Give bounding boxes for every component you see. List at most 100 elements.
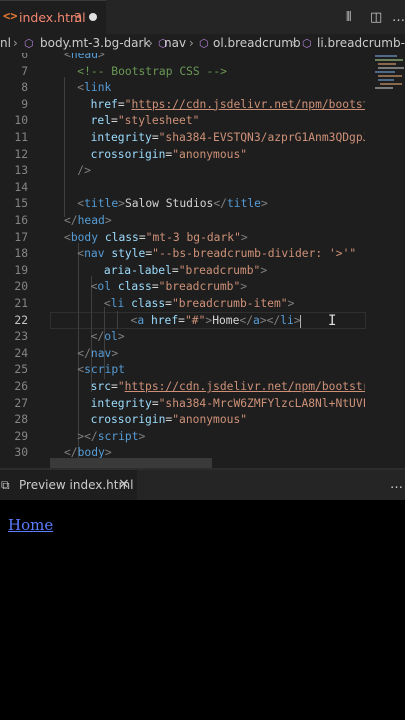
close-icon[interactable]: × <box>118 476 130 492</box>
code-token: class <box>117 280 152 294</box>
code-token: > <box>240 280 248 294</box>
code-token: = <box>151 396 159 410</box>
line-number: 20 <box>14 280 28 294</box>
code-token: crossorigin <box>90 147 166 161</box>
preview-tab-title: Preview index.html <box>19 478 134 492</box>
tab-index-html[interactable]: <> index.html 3 <box>0 0 106 34</box>
breadcrumb-item-body[interactable]: body.mt-3.bg-dark <box>40 36 150 50</box>
line-number: 16 <box>14 214 28 227</box>
code-token: "breadcrumb-item" <box>171 297 288 310</box>
code-text: /> <box>77 163 365 180</box>
code-token: head <box>70 53 99 61</box>
code-token: "#" <box>184 313 206 327</box>
code-token: /> <box>77 164 91 178</box>
code-token: a <box>253 313 260 327</box>
code-line: 13 /> <box>0 163 405 180</box>
code-token: ></ <box>77 429 98 443</box>
tab-preview[interactable]: ⧉ Preview index.html × <box>0 470 137 500</box>
minimap[interactable] <box>370 53 405 153</box>
preview-tab-bar: ⧉ Preview index.html × … <box>0 470 405 500</box>
horizontal-scrollbar[interactable] <box>50 458 212 468</box>
code-token: = <box>151 280 159 294</box>
code-text: rel="stylesheet" <box>91 113 365 130</box>
code-token: href <box>90 97 118 111</box>
code-text: crossorigin="anonymous" <box>91 147 365 164</box>
line-number: 9 <box>21 97 28 111</box>
more-actions-icon[interactable]: … <box>392 10 405 25</box>
chevron-right-icon: › <box>148 36 153 50</box>
code-token: = <box>151 131 159 144</box>
breadcrumb-item-li[interactable]: li.breadcrumb-item <box>317 36 405 50</box>
line-number: 29 <box>14 429 28 443</box>
code-token: > <box>104 214 112 227</box>
code-line: 29 ></script> <box>0 429 405 446</box>
code-line: 15 <title>Salow Studios</title> <box>0 196 405 213</box>
line-number: 10 <box>14 114 28 128</box>
code-token: link <box>84 81 112 95</box>
breadcrumb-item-nav[interactable]: nav <box>164 36 186 50</box>
code-text: src="https://cdn.jsdelivr.net/npm/bootst… <box>91 379 365 396</box>
line-number: 21 <box>14 297 28 310</box>
line-number: 19 <box>14 263 28 277</box>
code-token: style <box>111 247 146 261</box>
code-token: ol <box>104 330 118 344</box>
code-token: Home <box>212 313 240 327</box>
code-text: <link <box>77 80 365 97</box>
code-token: "mt-3 bg-dark" <box>145 230 241 244</box>
text-cursor <box>300 315 301 328</box>
home-link[interactable]: Home <box>8 516 53 534</box>
code-token: </ <box>90 330 105 344</box>
code-text: integrity="sha384-EVSTQN3/azprG1Anm3QDgp… <box>91 130 365 147</box>
code-text: <head> <box>64 53 365 64</box>
code-token: Salow Studios <box>124 197 214 211</box>
code-token: > <box>260 197 268 211</box>
line-number: 22 <box>14 313 28 327</box>
code-token: title <box>226 197 261 211</box>
code-line: 7 <!-- Bootstrap CSS --> <box>0 64 405 81</box>
line-number: 18 <box>14 247 28 261</box>
line-number: 24 <box>14 346 28 360</box>
code-token: li <box>110 297 125 310</box>
code-token: > <box>117 330 125 344</box>
breadcrumb-item-nl[interactable]: nl <box>0 36 11 50</box>
unsaved-dot-icon[interactable] <box>89 13 97 21</box>
code-line: 25 <script <box>0 362 405 379</box>
code-token: https://cdn.jsdelivr.net/npm/bootst <box>131 97 365 111</box>
code-text: <li class="breadcrumb-item"> <box>104 296 365 313</box>
preview-icon: ⧉ <box>1 478 10 492</box>
code-line: 8 <link <box>0 80 405 97</box>
code-line: 20 <ol class="breadcrumb"> <box>0 279 405 296</box>
split-editor-icon[interactable]: ◫ <box>370 10 382 25</box>
code-token: nav <box>90 346 112 360</box>
code-text: <script <box>77 362 365 379</box>
code-text: href="https://cdn.jsdelivr.net/npm/boots… <box>91 97 365 114</box>
code-token: "anonymous" <box>172 147 248 161</box>
code-token: > <box>260 263 268 277</box>
line-number: 13 <box>14 164 28 178</box>
code-token: < <box>103 297 111 310</box>
code-text: integrity="sha384-MrcW6ZMFYlzcLA8Nl+NtUV… <box>91 396 365 413</box>
code-token: "stylesheet" <box>117 114 200 128</box>
line-number: 12 <box>14 147 28 161</box>
code-token: "anonymous" <box>172 413 248 427</box>
code-line: 19 aria-label="breadcrumb"> <box>0 263 405 280</box>
breadcrumb-item-ol[interactable]: ol.breadcrumb <box>213 36 301 50</box>
preview-pane: Home <box>0 500 405 720</box>
code-text: <ol class="breadcrumb"> <box>91 279 365 296</box>
code-line: 6 <head> <box>0 53 405 64</box>
code-token: "sha384-EVSTQN3/azprG1Anm3QDgpJ <box>158 131 365 144</box>
line-number: 6 <box>21 53 28 61</box>
code-token: > <box>111 346 119 360</box>
open-preview-icon[interactable]: ⫴ <box>346 10 351 25</box>
code-token: ol <box>97 280 112 294</box>
code-token: href <box>150 313 179 327</box>
line-number: 30 <box>14 446 28 460</box>
more-actions-icon[interactable]: … <box>390 477 403 492</box>
code-token: </ <box>64 214 78 227</box>
code-token: ></ <box>259 313 281 327</box>
code-token: > <box>287 297 295 310</box>
code-token: = <box>111 114 118 128</box>
code-editor[interactable]: 6 <head> 7 <!-- Bootstrap CSS --> 8 <link 9 hre… <box>0 53 405 468</box>
code-token: "--bs-breadcrumb-divider: '>'" <box>152 247 357 261</box>
